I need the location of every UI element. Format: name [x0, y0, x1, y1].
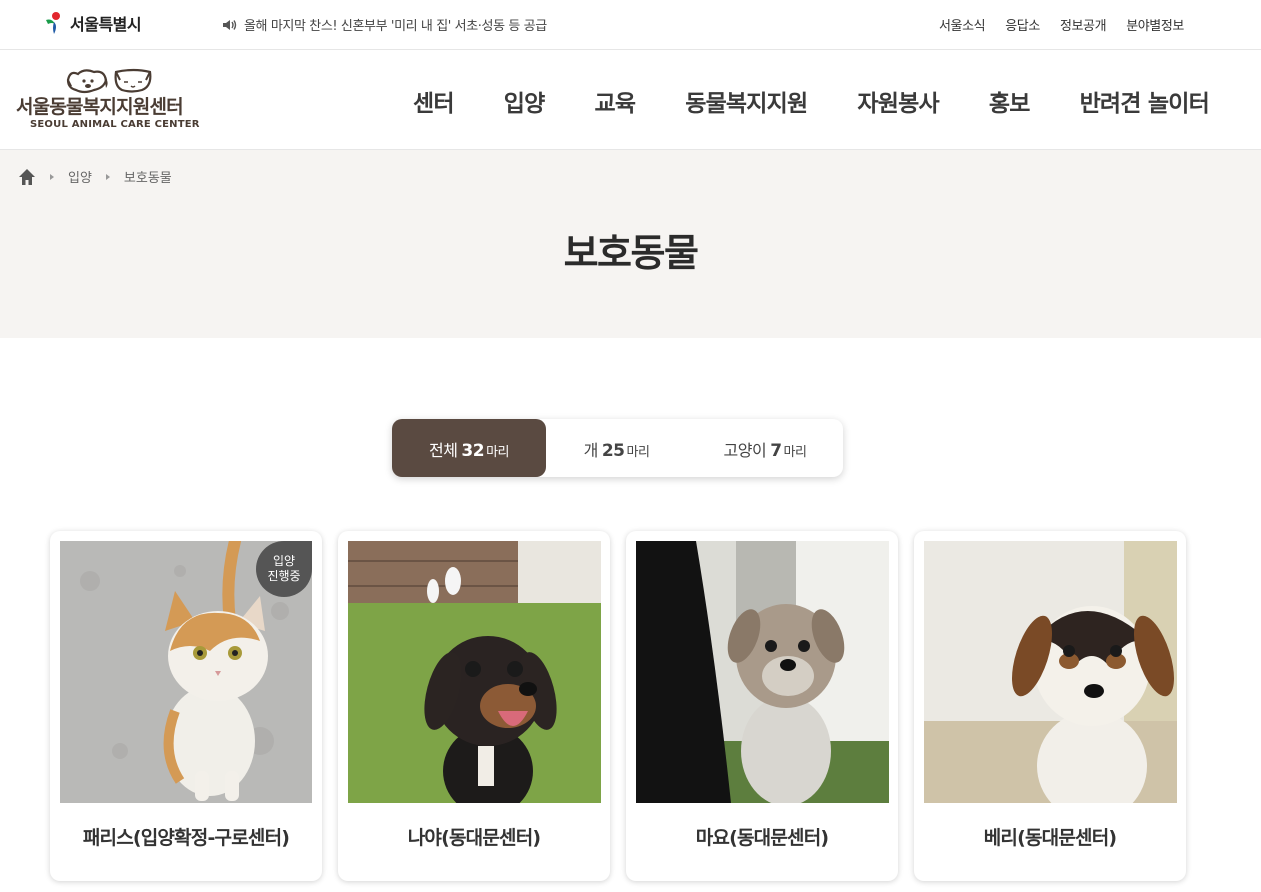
brand-en: SEOUL ANIMAL CARE CENTER: [30, 119, 200, 130]
seoul-symbol-icon: [46, 12, 60, 34]
badge-line1: 입양: [272, 554, 296, 568]
animal-filter-tabs: 전체 32 마리 개 25 마리 고양이 7 마리: [392, 419, 843, 477]
breadcrumb-arrow-icon: [50, 173, 54, 180]
animal-card-list: 입양 진행중 패리스(입양확정-구로센터) 나야(동대문센터) 마요(동대문센터…: [50, 531, 1186, 881]
nav-promotion[interactable]: 홍보: [964, 84, 1055, 118]
tab-all-count: 32: [461, 441, 485, 461]
breadcrumb-arrow-icon: [105, 173, 110, 180]
notice-ticker[interactable]: 올해 마지막 찬스! 신혼부부 '미리 내 집' 서초·성동 등 공급: [222, 15, 547, 34]
tab-dog-unit: 마리: [626, 445, 650, 460]
util-link-seoul-news[interactable]: 서울소식: [939, 15, 986, 34]
animal-photo: [348, 541, 601, 803]
animal-card[interactable]: 마요(동대문센터): [626, 531, 898, 881]
nav-education[interactable]: 교육: [569, 84, 660, 118]
tab-cat[interactable]: 고양이 7 마리: [687, 419, 843, 477]
tab-cat-label: 고양이: [723, 441, 767, 460]
dog-photo-icon: [636, 541, 889, 803]
dog-photo-icon: [924, 541, 1177, 803]
page-title: 보호동물: [563, 231, 699, 275]
animal-card[interactable]: 베리(동대문센터): [914, 531, 1186, 881]
animal-card[interactable]: 입양 진행중 패리스(입양확정-구로센터): [50, 531, 322, 881]
tab-all[interactable]: 전체 32 마리: [392, 419, 546, 477]
badge-line2: 진행중: [267, 569, 301, 583]
animal-name: 베리(동대문센터): [983, 827, 1117, 849]
tab-all-label: 전체: [428, 441, 458, 460]
util-link-field-info[interactable]: 분야별정보: [1126, 15, 1184, 34]
tab-dog-count: 25: [601, 441, 625, 461]
home-icon[interactable]: [18, 168, 36, 186]
tab-cat-unit: 마리: [783, 445, 807, 460]
speaker-icon: [223, 19, 237, 30]
tab-cat-count: 7: [770, 441, 782, 461]
utility-links: 서울소식 응답소 정보공개 분야별정보: [939, 15, 1184, 34]
breadcrumb: 입양 보호동물: [18, 167, 172, 186]
nav-center[interactable]: 센터: [388, 84, 479, 118]
animal-photo: [636, 541, 889, 803]
util-link-eungdapso[interactable]: 응답소: [1005, 15, 1040, 34]
page-hero: 입양 보호동물 보호동물: [0, 150, 1261, 338]
breadcrumb-adoption[interactable]: 입양: [68, 167, 92, 186]
util-link-info-disclosure[interactable]: 정보공개: [1060, 15, 1107, 34]
site-logo[interactable]: 서울동물복지지원센터 SEOUL ANIMAL CARE CENTER: [16, 66, 206, 136]
seoul-logo[interactable]: 서울특별시: [40, 10, 142, 36]
adoption-status-badge: 입양 진행중: [256, 541, 312, 597]
animal-photo: [924, 541, 1177, 803]
nav-welfare-support[interactable]: 동물복지지원: [660, 84, 832, 118]
seoul-logo-text: 서울특별시: [70, 15, 142, 34]
brand-name: 서울동물복지지원센터: [16, 96, 184, 118]
breadcrumb-protected-animals[interactable]: 보호동물: [124, 167, 172, 186]
notice-text: 올해 마지막 찬스! 신혼부부 '미리 내 집' 서초·성동 등 공급: [244, 19, 547, 34]
tab-dog[interactable]: 개 25 마리: [546, 419, 687, 477]
nav-volunteer[interactable]: 자원봉사: [832, 84, 963, 118]
nav-adoption[interactable]: 입양: [479, 84, 570, 118]
dog-photo-icon: [348, 541, 601, 803]
animal-name: 패리스(입양확정-구로센터): [82, 827, 290, 849]
tab-dog-label: 개: [583, 441, 599, 460]
main-header: 서울동물복지지원센터 SEOUL ANIMAL CARE CENTER 센터 입…: [0, 50, 1261, 150]
tab-all-unit: 마리: [486, 445, 510, 460]
animal-card[interactable]: 나야(동대문센터): [338, 531, 610, 881]
top-utility-bar: 서울특별시 올해 마지막 찬스! 신혼부부 '미리 내 집' 서초·성동 등 공…: [0, 0, 1261, 50]
main-nav: 센터 입양 교육 동물복지지원 자원봉사 홍보 반려견 놀이터: [388, 84, 1234, 118]
animal-name: 나야(동대문센터): [407, 827, 541, 849]
nav-dog-playground[interactable]: 반려견 놀이터: [1055, 84, 1234, 118]
animal-name: 마요(동대문센터): [695, 827, 829, 849]
